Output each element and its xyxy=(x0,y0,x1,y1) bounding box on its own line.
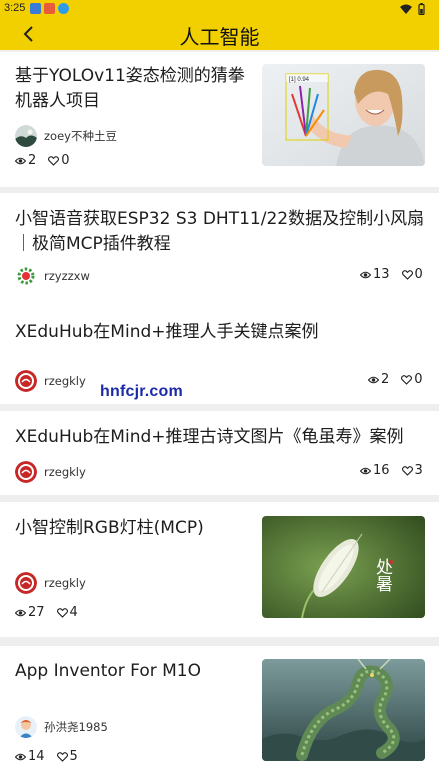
status-bar: 3:25 xyxy=(0,0,439,18)
like-count[interactable]: 5 xyxy=(56,749,78,764)
article-card[interactable]: 小智控制RGB灯柱(MCP) rzegkly 27 4 处暑 xyxy=(0,502,439,637)
article-stats: 2 0 xyxy=(368,372,423,387)
status-time: 3:25 xyxy=(4,2,26,14)
article-title: 小智语音获取ESP32 S3 DHT11/22数据及控制小风扇｜极简MCP插件教… xyxy=(15,209,425,254)
like-count[interactable]: 4 xyxy=(56,605,78,620)
author-name: zoey不种土豆 xyxy=(44,129,117,143)
article-card[interactable]: XEduHub在Mind+推理古诗文图片《龟虽寿》案例 rzegkly 16 3 xyxy=(0,411,439,495)
avatar xyxy=(15,716,37,738)
avatar xyxy=(15,572,37,594)
eye-icon xyxy=(15,157,26,164)
like-count[interactable]: 0 xyxy=(48,153,70,168)
article-title: App Inventor For M1O xyxy=(15,661,201,681)
like-count[interactable]: 3 xyxy=(401,463,423,478)
watermark: hnfcjr.com xyxy=(100,383,183,400)
article-thumbnail: [1] 0.94 xyxy=(262,64,425,166)
article-title: 基于YOLOv11姿态检测的猜拳机器人项目 xyxy=(15,66,245,111)
page-title: 人工智能 xyxy=(179,25,260,49)
eye-icon xyxy=(360,271,371,278)
app-header: 人工智能 xyxy=(0,18,439,50)
avatar xyxy=(15,125,37,147)
avatar xyxy=(15,265,37,287)
author[interactable]: 孙洪尧1985 xyxy=(15,716,108,738)
article-stats: 2 0 xyxy=(15,153,70,168)
article-stats: 27 4 xyxy=(15,605,78,620)
author-name: 孙洪尧1985 xyxy=(44,720,108,734)
view-count: 14 xyxy=(15,749,45,764)
article-card[interactable]: App Inventor For M1O 孙洪尧1985 14 5 xyxy=(0,646,439,780)
view-count: 16 xyxy=(360,463,390,478)
view-count: 2 xyxy=(15,153,36,168)
like-count[interactable]: 0 xyxy=(401,372,423,387)
avatar xyxy=(15,461,37,483)
author[interactable]: zoey不种土豆 xyxy=(15,125,117,147)
article-title: XEduHub在Mind+推理人手关键点案例 xyxy=(15,322,319,342)
eye-icon xyxy=(15,753,26,760)
author[interactable]: rzegkly xyxy=(15,370,86,392)
eye-icon xyxy=(368,376,379,383)
eye-icon xyxy=(360,467,371,474)
author-name: rzegkly xyxy=(44,576,86,590)
article-card[interactable]: 基于YOLOv11姿态检测的猜拳机器人项目 zoey不种土豆 2 0 [1] 0… xyxy=(0,52,439,187)
battery-icon xyxy=(418,3,425,15)
heart-icon xyxy=(401,269,413,280)
view-count: 27 xyxy=(15,605,45,620)
author-name: rzegkly xyxy=(44,374,86,388)
article-thumbnail: 处暑 xyxy=(262,516,425,618)
heart-icon xyxy=(56,607,68,618)
article-thumbnail xyxy=(262,659,425,761)
article-stats: 16 3 xyxy=(360,463,423,478)
author[interactable]: rzyzzxw xyxy=(15,265,90,287)
article-stats: 13 0 xyxy=(360,267,423,282)
heart-icon xyxy=(56,751,68,762)
author-name: rzyzzxw xyxy=(44,269,90,283)
article-title: XEduHub在Mind+推理古诗文图片《龟虽寿》案例 xyxy=(15,427,404,447)
avatar xyxy=(15,370,37,392)
view-count: 2 xyxy=(368,372,389,387)
heart-icon xyxy=(401,465,413,476)
download-icon xyxy=(58,3,69,14)
view-count: 13 xyxy=(360,267,390,282)
article-title: 小智控制RGB灯柱(MCP) xyxy=(15,518,204,538)
heart-icon xyxy=(48,155,60,166)
author-name: rzegkly xyxy=(44,465,86,479)
wifi-icon xyxy=(400,4,412,14)
like-count[interactable]: 0 xyxy=(401,267,423,282)
heart-icon xyxy=(401,374,413,385)
article-stats: 14 5 xyxy=(15,749,78,764)
author[interactable]: rzegkly xyxy=(15,461,86,483)
detection-label: [1] 0.94 xyxy=(289,77,310,83)
author[interactable]: rzegkly xyxy=(15,572,86,594)
eye-icon xyxy=(15,609,26,616)
app-notification-icon xyxy=(30,3,41,14)
app-notification-icon xyxy=(44,3,55,14)
article-card[interactable]: XEduHub在Mind+推理人手关键点案例 rzegkly 2 0 xyxy=(0,306,439,404)
